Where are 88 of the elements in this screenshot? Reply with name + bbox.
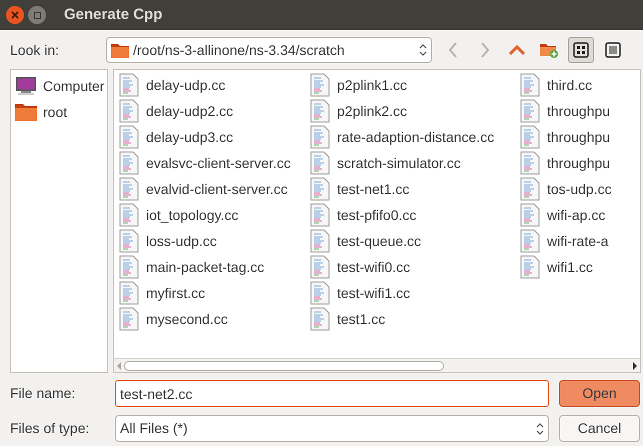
file-item[interactable]: myfirst.cc (119, 280, 310, 306)
horizontal-scrollbar[interactable] (114, 358, 640, 372)
close-button[interactable] (6, 6, 24, 24)
text-file-icon (310, 255, 330, 279)
place-item[interactable]: root (15, 99, 107, 125)
file-item[interactable]: delay-udp.cc (119, 72, 310, 98)
folder-icon (15, 102, 37, 122)
text-file-icon (119, 307, 139, 331)
file-item[interactable]: evalvid-client-server.cc (119, 176, 310, 202)
file-item[interactable]: test-wifi1.cc (310, 280, 520, 306)
file-name-field[interactable]: test-net2.cc (115, 380, 549, 407)
icon-view-button[interactable] (568, 37, 594, 63)
file-name-label: File name: (10, 384, 76, 403)
file-item[interactable]: p2plink2.cc (310, 98, 520, 124)
text-file-icon (520, 203, 540, 227)
text-file-icon (310, 229, 330, 253)
text-file-icon (119, 203, 139, 227)
look-in-label: Look in: (10, 40, 60, 60)
file-item[interactable]: test-queue.cc (310, 228, 520, 254)
file-item[interactable]: wifi-ap.cc (520, 202, 640, 228)
text-file-icon (119, 151, 139, 175)
text-file-icon (520, 99, 540, 123)
file-item[interactable]: loss-udp.cc (119, 228, 310, 254)
text-file-icon (310, 177, 330, 201)
file-item[interactable]: test1.cc (310, 306, 520, 332)
list-icon (605, 42, 621, 58)
spinner-icon (536, 422, 544, 436)
path-text: /root/ns-3-allinone/ns-3.34/scratch (133, 40, 346, 60)
grid-icon (573, 42, 589, 58)
folder-icon (111, 42, 129, 58)
file-type-dropdown[interactable]: All Files (*) (115, 415, 549, 442)
scroll-right-icon[interactable] (632, 362, 638, 370)
text-file-icon (119, 73, 139, 97)
text-file-icon (310, 151, 330, 175)
file-item[interactable]: delay-udp3.cc (119, 124, 310, 150)
computer-icon (15, 76, 37, 96)
text-file-icon (520, 125, 540, 149)
forward-icon (480, 42, 490, 58)
file-item[interactable]: throughpu (520, 150, 640, 176)
new-folder-icon (540, 42, 558, 58)
file-item[interactable]: tos-udp.cc (520, 176, 640, 202)
text-file-icon (119, 281, 139, 305)
text-file-icon (119, 229, 139, 253)
text-file-icon (520, 255, 540, 279)
file-item[interactable]: evalsvc-client-server.cc (119, 150, 310, 176)
file-item[interactable]: main-packet-tag.cc (119, 254, 310, 280)
file-item[interactable]: p2plink1.cc (310, 72, 520, 98)
window-title: Generate Cpp (64, 4, 162, 25)
file-item[interactable]: scratch-simulator.cc (310, 150, 520, 176)
back-icon (448, 42, 458, 58)
text-file-icon (310, 281, 330, 305)
place-item[interactable]: Computer (15, 73, 107, 99)
text-file-icon (310, 73, 330, 97)
file-item[interactable]: mysecond.cc (119, 306, 310, 332)
text-file-icon (119, 177, 139, 201)
spinner-icon (419, 43, 427, 57)
text-file-icon (310, 125, 330, 149)
scroll-left-icon[interactable] (116, 362, 122, 370)
file-item[interactable]: test-net1.cc (310, 176, 520, 202)
text-file-icon (310, 99, 330, 123)
file-item[interactable]: rate-adaption-distance.cc (310, 124, 520, 150)
minimize-button[interactable] (28, 6, 46, 24)
text-file-icon (119, 255, 139, 279)
text-file-icon (520, 177, 540, 201)
file-item[interactable]: delay-udp2.cc (119, 98, 310, 124)
text-file-icon (520, 151, 540, 175)
text-file-icon (310, 307, 330, 331)
file-item[interactable]: wifi-rate-a (520, 228, 640, 254)
text-file-icon (119, 99, 139, 123)
file-item[interactable]: throughpu (520, 124, 640, 150)
file-item[interactable]: test-pfifo0.cc (310, 202, 520, 228)
file-item[interactable]: iot_topology.cc (119, 202, 310, 228)
close-icon (11, 11, 19, 19)
open-button[interactable]: Open (559, 380, 640, 407)
text-file-icon (119, 125, 139, 149)
text-file-icon (520, 73, 540, 97)
file-item[interactable]: throughpu (520, 98, 640, 124)
file-type-value: All Files (*) (120, 419, 189, 438)
file-item[interactable]: third.cc (520, 72, 640, 98)
file-item[interactable]: wifi1.cc (520, 254, 640, 280)
scrollbar-thumb[interactable] (124, 360, 444, 370)
text-file-icon (310, 203, 330, 227)
up-icon (509, 45, 525, 55)
path-dropdown[interactable]: /root/ns-3-allinone/ns-3.34/scratch (106, 37, 432, 63)
file-type-label: Files of type: (10, 419, 90, 438)
text-file-icon (520, 229, 540, 253)
file-item[interactable]: test-wifi0.cc (310, 254, 520, 280)
cancel-button[interactable]: Cancel (559, 415, 640, 442)
